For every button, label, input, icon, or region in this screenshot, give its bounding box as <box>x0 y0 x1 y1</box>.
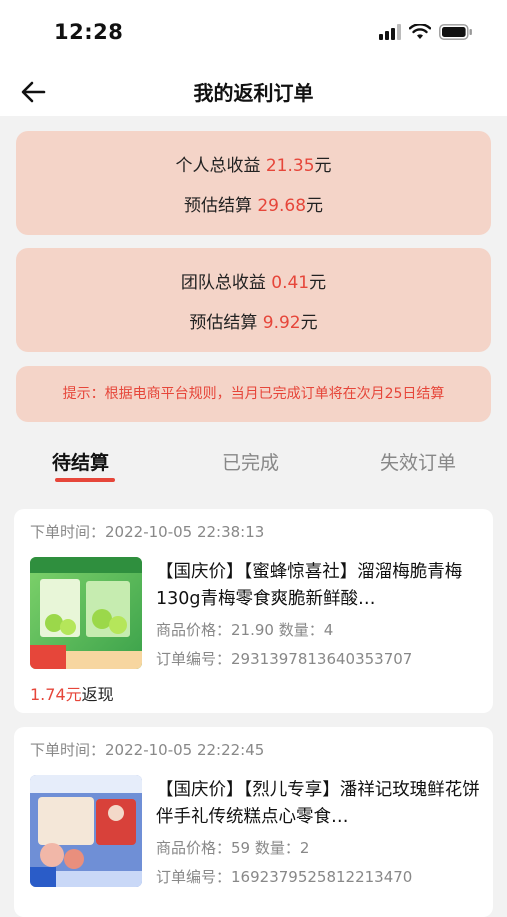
order-time: 下单时间：2022-10-05 22:38:13 <box>30 521 264 542</box>
tab-pending-settlement[interactable]: 待结算 <box>52 448 109 475</box>
quantity-label: 数量： <box>254 839 300 857</box>
order-number-label: 订单编号： <box>156 868 232 886</box>
price-value: 59 <box>231 839 251 857</box>
price-label: 商品价格： <box>156 621 232 639</box>
product-price-qty: 商品价格：59 数量：2 <box>156 837 309 858</box>
personal-earnings-card: 个人总收益 21.35元 预估结算 29.68元 <box>16 131 491 235</box>
order-number-value: 2931397813640353707 <box>231 650 413 668</box>
currency-unit: 元 <box>314 156 332 176</box>
product-title[interactable]: 【国庆价】【蜜蜂惊喜社】溜溜梅脆青梅130g青梅零食爽脆新鲜酸… <box>156 559 486 613</box>
product-price-qty: 商品价格：21.90 数量：4 <box>156 619 333 640</box>
team-earnings-row: 团队总收益 0.41元 <box>16 268 491 293</box>
currency-unit: 元 <box>300 313 318 333</box>
tab-invalid-orders[interactable]: 失效订单 <box>380 448 456 475</box>
cashback-value: 1.74 <box>30 685 66 704</box>
personal-estimate-value: 29.68 <box>257 196 307 216</box>
order-card[interactable]: 下单时间：2022-10-05 22:38:13 【国庆价】【蜜蜂惊喜社】溜溜梅… <box>14 509 493 713</box>
order-number-label: 订单编号： <box>156 650 232 668</box>
quantity-label: 数量： <box>278 621 324 639</box>
tab-completed[interactable]: 已完成 <box>222 448 279 475</box>
product-image[interactable] <box>30 775 142 887</box>
order-time-value: 2022-10-05 22:38:13 <box>105 523 265 541</box>
product-image[interactable] <box>30 557 142 669</box>
order-number: 订单编号：1692379525812213470 <box>156 866 412 887</box>
personal-earnings-row: 个人总收益 21.35元 <box>16 151 491 176</box>
order-time-label: 下单时间： <box>30 523 106 541</box>
page-title: 我的返利订单 <box>193 81 314 105</box>
personal-earnings-value: 21.35 <box>265 156 315 176</box>
quantity-value: 4 <box>323 621 334 639</box>
currency-unit: 元 <box>306 196 324 216</box>
product-title[interactable]: 【国庆价】【烈儿专享】潘祥记玫瑰鲜花饼伴手礼传统糕点心零食… <box>156 777 486 831</box>
personal-estimate-label: 预估结算 <box>183 196 252 216</box>
team-estimate-label: 预估结算 <box>189 313 258 333</box>
price-label: 商品价格： <box>156 839 232 857</box>
nav-bar: 我的返利订单 <box>0 68 507 116</box>
price-value: 21.90 <box>231 621 274 639</box>
order-number: 订单编号：2931397813640353707 <box>156 648 412 669</box>
cellular-signal-icon <box>379 24 401 40</box>
order-card[interactable]: 下单时间：2022-10-05 22:22:45 【国庆价】【烈儿专享】潘祥记玫… <box>14 727 493 917</box>
battery-icon <box>439 24 472 40</box>
active-tab-indicator <box>55 478 115 482</box>
team-estimate-row: 预估结算 9.92元 <box>16 308 491 333</box>
status-time: 12:28 <box>54 20 124 44</box>
currency-unit: 元 <box>309 273 327 293</box>
status-icons <box>379 24 473 40</box>
order-tabs: 待结算 已完成 失效订单 <box>0 440 507 490</box>
team-earnings-card: 团队总收益 0.41元 预估结算 9.92元 <box>16 248 491 352</box>
personal-estimate-row: 预估结算 29.68元 <box>16 191 491 216</box>
order-number-value: 1692379525812213470 <box>231 868 413 886</box>
cashback-label: 返现 <box>81 685 114 704</box>
team-earnings-value: 0.41 <box>271 273 310 293</box>
cashback: 1.74元返现 <box>30 681 114 705</box>
personal-earnings-label: 个人总收益 <box>175 156 261 176</box>
cashback-unit: 元 <box>65 685 82 704</box>
quantity-value: 2 <box>299 839 310 857</box>
wifi-icon <box>409 24 431 39</box>
status-bar: 12:28 <box>0 0 507 68</box>
team-estimate-value: 9.92 <box>262 313 301 333</box>
order-time-value: 2022-10-05 22:22:45 <box>105 741 265 759</box>
order-time: 下单时间：2022-10-05 22:22:45 <box>30 739 264 760</box>
team-earnings-label: 团队总收益 <box>180 273 266 293</box>
settlement-notice: 提示：根据电商平台规则，当月已完成订单将在次月25日结算 <box>16 366 491 422</box>
order-time-label: 下单时间： <box>30 741 106 759</box>
